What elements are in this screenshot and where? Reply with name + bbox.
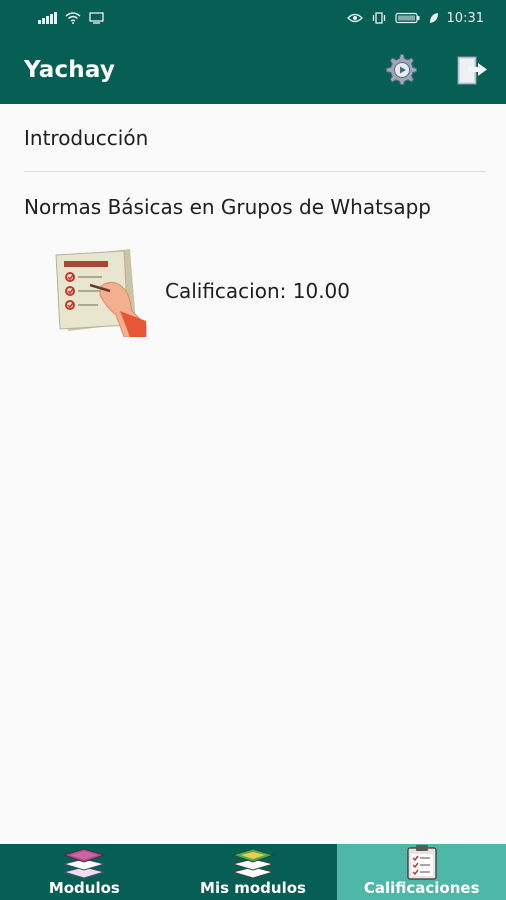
nav-mis-modulos[interactable]: Mis modulos xyxy=(169,844,338,900)
signal-icon xyxy=(38,12,57,24)
bottom-nav: Modulos Mis modulos Calificaciones xyxy=(0,844,506,900)
wifi-icon xyxy=(65,12,80,24)
nav-calificaciones[interactable]: Calificaciones xyxy=(337,844,506,900)
settings-button[interactable] xyxy=(384,52,420,88)
checklist-hand-icon xyxy=(55,249,147,337)
logout-icon xyxy=(457,56,487,85)
gear-icon xyxy=(386,54,417,85)
app-bar: Yachay xyxy=(0,36,506,104)
intro-label: Introducción xyxy=(24,125,149,150)
layers-green-icon xyxy=(231,845,275,879)
status-bar-right: 10:31 xyxy=(346,10,484,26)
grade-row[interactable]: Calificacion: 10.00 xyxy=(0,242,506,340)
nav-calificaciones-label: Calificaciones xyxy=(363,879,480,897)
nav-modulos-label: Modulos xyxy=(48,879,120,897)
leaf-icon xyxy=(429,13,438,23)
layers-purple-icon xyxy=(62,845,107,879)
grade-text: Calificacion: 10.00 xyxy=(165,279,350,303)
cast-icon xyxy=(88,12,104,24)
eye-comfort-icon xyxy=(346,13,363,23)
content-list: Introducción Normas Básicas en Grupos de… xyxy=(0,104,506,340)
module-item[interactable]: Normas Básicas en Grupos de Whatsapp xyxy=(0,172,506,242)
status-bar-left xyxy=(38,12,105,24)
nav-mis-modulos-label: Mis modulos xyxy=(200,879,306,897)
clipboard-icon xyxy=(405,845,439,880)
module-title: Normas Básicas en Grupos de Whatsapp xyxy=(24,195,431,219)
app-title: Yachay xyxy=(24,57,116,83)
battery-icon xyxy=(394,12,420,24)
app-bar-actions xyxy=(384,52,490,88)
logout-button[interactable] xyxy=(454,52,490,88)
status-time: 10:31 xyxy=(446,10,484,26)
vibrate-icon xyxy=(372,12,385,24)
status-bar: 10:31 xyxy=(0,0,506,36)
intro-item[interactable]: Introducción xyxy=(24,104,486,172)
nav-modulos[interactable]: Modulos xyxy=(0,844,169,900)
